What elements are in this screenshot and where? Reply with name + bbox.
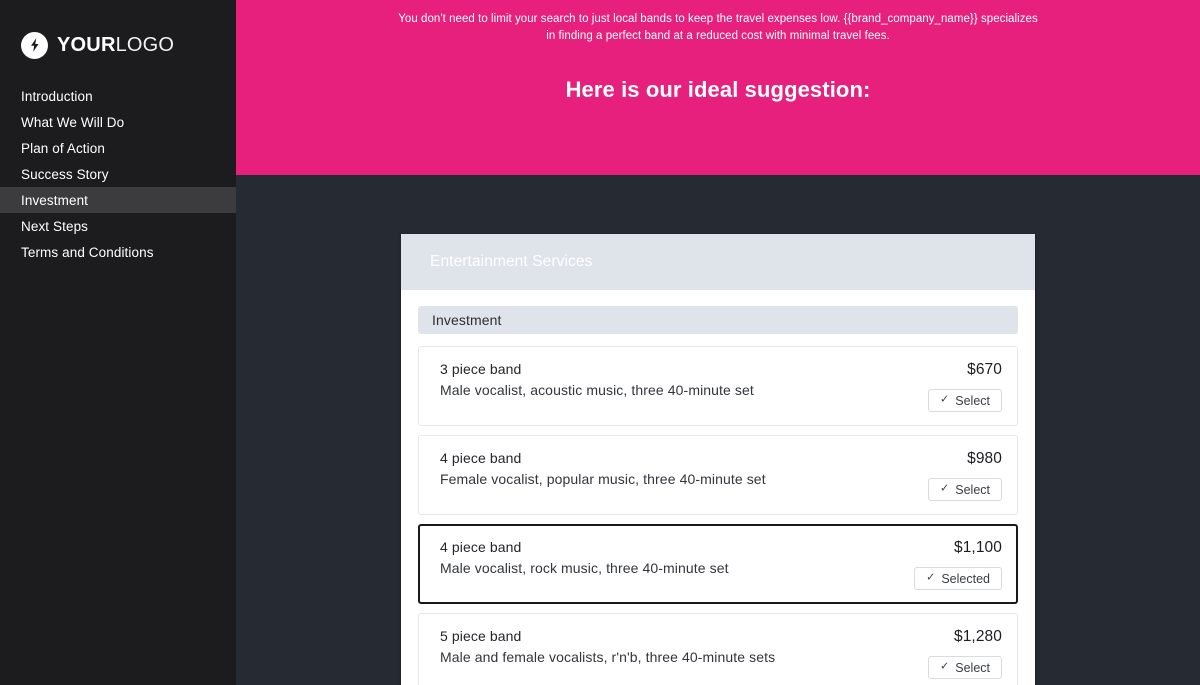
selected-button[interactable]: ✓ Selected <box>914 567 1002 590</box>
table-row[interactable]: 3 piece band Male vocalist, acoustic mus… <box>418 346 1018 426</box>
sidebar-item-label: Introduction <box>21 88 93 104</box>
check-icon: ✓ <box>940 660 950 673</box>
sidebar-nav: Introduction What We Will Do Plan of Act… <box>0 83 236 265</box>
row-price: $670 <box>967 361 1002 378</box>
sidebar-item-introduction[interactable]: Introduction <box>0 83 236 109</box>
row-title: 5 piece band <box>440 628 522 644</box>
sidebar-item-next-steps[interactable]: Next Steps <box>0 213 236 239</box>
row-details: 4 piece band Male vocalist, rock music, … <box>440 537 729 578</box>
sidebar-item-label: Investment <box>21 192 89 208</box>
row-description: Male vocalist, rock music, three 40-minu… <box>440 560 729 576</box>
sidebar-item-what-we-will-do[interactable]: What We Will Do <box>0 109 236 135</box>
sidebar-item-investment[interactable]: Investment <box>0 187 236 213</box>
row-title: 3 piece band <box>440 361 522 377</box>
table-row[interactable]: 4 piece band Female vocalist, popular mu… <box>418 435 1018 515</box>
row-title: 4 piece band <box>440 450 522 466</box>
table-row[interactable]: 5 piece band Male and female vocalists, … <box>418 613 1018 685</box>
banner-heading: Here is our ideal suggestion: <box>565 77 871 102</box>
logo-text-light: LOGO <box>115 34 175 56</box>
row-details: 5 piece band Male and female vocalists, … <box>440 626 775 667</box>
selected-button-label: Selected <box>941 571 990 586</box>
row-actions: $1,100 ✓ Selected <box>914 537 1002 590</box>
row-details: 3 piece band Male vocalist, acoustic mus… <box>440 359 754 400</box>
sidebar-item-terms-and-conditions[interactable]: Terms and Conditions <box>0 239 236 265</box>
row-actions: $1,280 ✓ Select <box>928 626 1002 679</box>
row-details: 4 piece band Female vocalist, popular mu… <box>440 448 766 489</box>
row-description: Male and female vocalists, r'n'b, three … <box>440 649 776 665</box>
logo-text-bold: YOUR <box>57 34 116 56</box>
logo-text: YOURLOGO <box>57 35 174 55</box>
row-price: $980 <box>967 450 1002 467</box>
check-icon: ✓ <box>940 482 950 495</box>
entertainment-services-card: Entertainment Services Investment 3 piec… <box>401 234 1035 685</box>
hero-banner: You don't need to limit your search to j… <box>236 0 1200 175</box>
row-price: $1,280 <box>953 628 1002 645</box>
select-button-label: Select <box>955 482 990 497</box>
row-price: $1,100 <box>953 539 1002 556</box>
row-description: Male vocalist, acoustic music, three 40-… <box>440 382 754 398</box>
row-actions: $670 ✓ Select <box>928 359 1002 412</box>
sidebar-item-label: Success Story <box>21 166 109 182</box>
lightning-bolt-icon <box>21 31 48 59</box>
section-header-investment: Investment <box>418 306 1018 334</box>
sidebar-item-plan-of-action[interactable]: Plan of Action <box>0 135 236 161</box>
row-actions: $980 ✓ Select <box>928 448 1002 501</box>
page-root: YOURLOGO Introduction What We Will Do Pl… <box>0 0 1200 685</box>
sidebar-item-label: Plan of Action <box>21 140 105 156</box>
select-button-label: Select <box>955 660 990 675</box>
row-title: 4 piece band <box>440 539 522 555</box>
sidebar: YOURLOGO Introduction What We Will Do Pl… <box>0 0 236 685</box>
sidebar-item-label: What We Will Do <box>21 114 125 130</box>
banner-intro-text: You don't need to limit your search to j… <box>398 13 1038 42</box>
logo[interactable]: YOURLOGO <box>0 0 236 60</box>
table-row-selected[interactable]: 4 piece band Male vocalist, rock music, … <box>418 524 1018 604</box>
row-description: Female vocalist, popular music, three 40… <box>440 471 766 487</box>
sidebar-item-label: Next Steps <box>21 218 89 234</box>
select-button[interactable]: ✓ Select <box>928 478 1002 501</box>
select-button-label: Select <box>955 393 990 408</box>
card-header-title: Entertainment Services <box>430 253 593 270</box>
card-container: Entertainment Services Investment 3 piec… <box>236 175 1200 685</box>
sidebar-item-label: Terms and Conditions <box>21 244 154 260</box>
section-header-label: Investment <box>432 312 502 328</box>
check-icon: ✓ <box>940 393 950 406</box>
main-content: You don't need to limit your search to j… <box>236 0 1200 685</box>
card-body: Investment 3 piece band Male vocalist, a… <box>401 290 1035 685</box>
select-button[interactable]: ✓ Select <box>928 656 1002 679</box>
sidebar-item-success-story[interactable]: Success Story <box>0 161 236 187</box>
card-header: Entertainment Services <box>401 234 1035 290</box>
select-button[interactable]: ✓ Select <box>928 389 1002 412</box>
check-icon: ✓ <box>926 571 936 584</box>
